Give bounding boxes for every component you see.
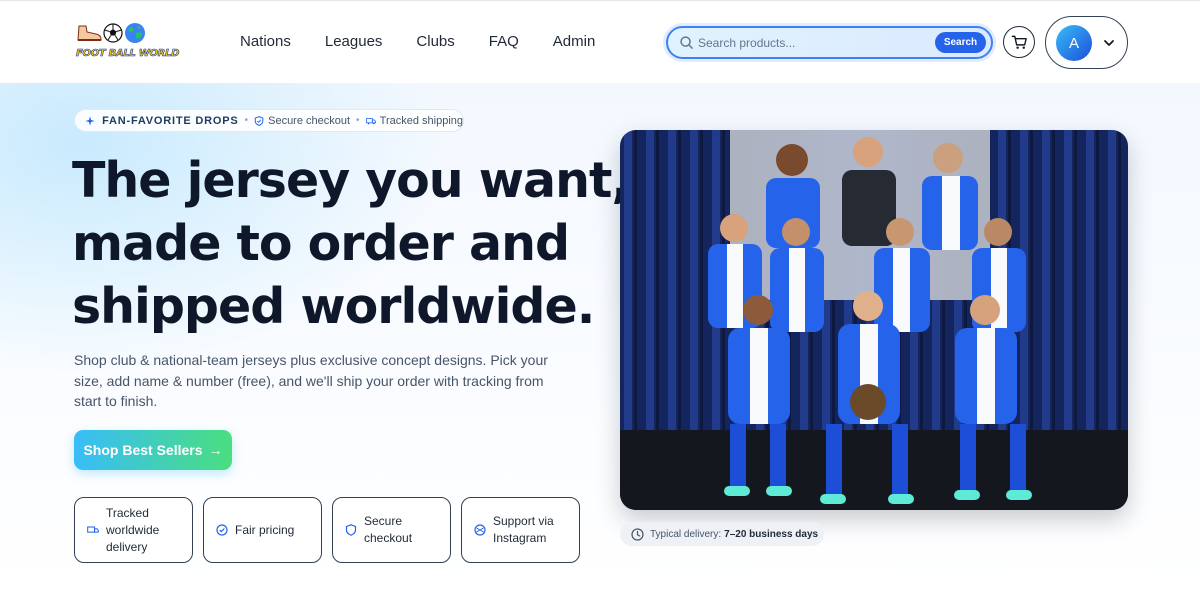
headline-line: made to order and [72,215,570,272]
cart-button[interactable] [1003,26,1035,58]
nav-nations[interactable]: Nations [240,33,291,50]
badge-secure-checkout: Secure checkout [268,114,351,127]
user-menu-button[interactable]: A [1045,16,1128,69]
team-photo-illustration [620,130,1128,510]
chevron-down-icon [1104,40,1114,46]
feature-card-support: Support via Instagram [461,497,580,563]
sparkle-icon [85,115,95,126]
nav-admin[interactable]: Admin [553,33,596,50]
brand-logo[interactable]: FOOT BALL WORLD [76,21,180,63]
truck-icon [87,526,99,533]
top-header: FOOT BALL WORLD Nations Leagues Clubs FA… [0,0,1200,83]
delivery-info: Typical delivery: 7–20 business days [620,522,824,546]
clock-icon [631,527,644,541]
badge-fan-favorite: FAN-FAVORITE DROPS [102,114,239,127]
cta-label: Shop Best Sellers [83,442,203,458]
hero-section: FAN-FAVORITE DROPS • Secure checkout • T… [0,83,1200,595]
feature-card-delivery: Tracked worldwide delivery [74,497,193,563]
feature-card-pricing: Fair pricing [203,497,322,563]
feature-label: Tracked worldwide delivery [106,505,160,554]
shield-icon [345,524,357,536]
badge-tracked-shipping: Tracked shipping [379,114,463,127]
search-bar: Search [666,26,993,59]
trust-badges: FAN-FAVORITE DROPS • Secure checkout • T… [74,109,464,132]
boot-icon [77,25,102,41]
search-button[interactable]: Search [935,32,986,53]
badge-check-icon [216,524,228,536]
search-input[interactable] [698,33,928,53]
delivery-value: 7–20 business days [724,528,819,540]
feature-label: Fair pricing [235,522,295,537]
nav-faq[interactable]: FAQ [489,33,519,50]
avatar: A [1056,25,1092,61]
main-nav: Nations Leagues Clubs FAQ Admin [240,33,629,50]
feature-label: Support via Instagram [493,514,554,545]
feature-cards: Tracked worldwide delivery Fair pricing … [74,497,580,563]
search-icon [680,36,693,49]
cart-icon [1011,35,1027,49]
team-photo [620,130,1128,510]
soccer-ball-icon [103,23,123,43]
headline-line: shipped worldwide. [72,278,595,335]
hero-description: Shop club & national-team jerseys plus e… [74,352,548,409]
shield-icon [254,115,264,126]
instagram-icon [474,524,486,536]
separator-dot: • [356,115,360,126]
truck-icon [365,117,376,124]
separator-dot: • [244,115,249,126]
hero-headline: The jersey you want, made to order and s… [72,149,630,338]
delivery-label: Typical delivery: [650,528,722,540]
nav-clubs[interactable]: Clubs [416,33,454,50]
feature-label: Secure checkout [364,514,413,545]
logo-wordmark: FOOT BALL WORLD [76,48,180,60]
nav-leagues[interactable]: Leagues [325,33,383,50]
shop-best-sellers-button[interactable]: Shop Best Sellers → [74,430,232,470]
feature-card-secure: Secure checkout [332,497,451,563]
arrow-right-icon: → [208,442,223,458]
globe-icon [125,23,145,43]
headline-line: The jersey you want, [72,152,630,209]
